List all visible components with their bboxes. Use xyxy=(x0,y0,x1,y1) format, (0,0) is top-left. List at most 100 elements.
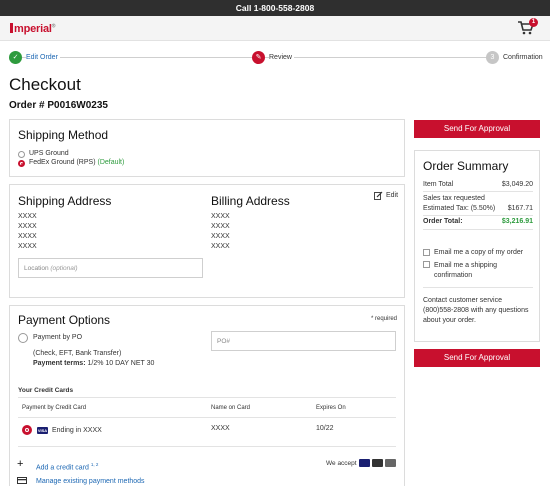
billing-address-title: Billing Address xyxy=(211,194,290,208)
address-line: XXXX xyxy=(18,223,37,230)
plus-icon: + xyxy=(17,458,24,470)
email-shipping-checkbox[interactable] xyxy=(423,261,430,268)
logo-registered: ® xyxy=(51,23,56,30)
send-for-approval-button[interactable]: Send For Approval xyxy=(414,120,540,138)
table-divider xyxy=(18,417,396,418)
order-number: Order # P0016W0235 xyxy=(9,100,108,111)
email-copy-option[interactable]: Email me a copy of my order xyxy=(423,249,533,256)
terms-value: 1/2% 10 DAY NET 30 xyxy=(87,360,155,367)
radio-credit-card[interactable] xyxy=(22,425,32,435)
summary-divider xyxy=(423,287,533,288)
po-option-label: Payment by PO xyxy=(33,334,83,341)
address-line: XXXX xyxy=(211,213,230,220)
contact-note: Contact customer service (800)558-2808 w… xyxy=(423,297,529,324)
po-description: (Check, EFT, Bank Transfer) xyxy=(33,350,122,357)
step-label: Edit Order xyxy=(26,53,60,61)
step-review: ✎ Review xyxy=(252,50,294,64)
optional-hint: (optional) xyxy=(50,264,78,272)
credit-card-icon xyxy=(17,477,27,484)
table-divider xyxy=(18,446,396,447)
tax-label: Sales tax requested xyxy=(423,195,485,202)
order-total-label: Order Total: xyxy=(423,218,463,225)
summary-divider xyxy=(423,191,533,192)
radio-fedex-ground[interactable] xyxy=(18,160,25,167)
option-label: UPS Ground xyxy=(29,150,69,157)
order-summary-panel: Order Summary Item Total $3,049.20 Sales… xyxy=(414,150,540,342)
address-line: XXXX xyxy=(211,243,230,250)
option-label: FedEx Ground (RPS) xyxy=(29,159,96,166)
address-line: XXXX xyxy=(211,223,230,230)
imperial-logo[interactable]: mperial® xyxy=(10,23,55,35)
check-icon: ✓ xyxy=(9,50,22,64)
po-placeholder: PO# xyxy=(217,337,231,345)
shipping-method-title: Shipping Method xyxy=(18,128,109,142)
footnote-ref: 1, 2 xyxy=(90,462,99,467)
payment-panel: Payment Options * required Payment by PO… xyxy=(9,305,405,486)
order-total-row: Order Total: $3,216.91 xyxy=(423,218,533,225)
email-shipping-label-2: confirmation xyxy=(434,272,473,279)
item-total-label: Item Total xyxy=(423,181,454,188)
card-expiry: 10/22 xyxy=(316,425,334,432)
email-copy-checkbox[interactable] xyxy=(423,249,430,256)
step-edit-order[interactable]: ✓ Edit Order xyxy=(9,50,60,64)
estimated-tax-value: $167.71 xyxy=(507,205,533,212)
step-label: Review xyxy=(269,53,294,61)
site-header: mperial® 1 xyxy=(0,16,550,41)
add-credit-card-link[interactable]: Add a credit card 1, 2 xyxy=(36,462,98,471)
mastercard-icon xyxy=(372,459,383,467)
visa-icon xyxy=(359,459,370,467)
address-line: XXXX xyxy=(18,233,37,240)
column-header: Payment by Credit Card xyxy=(22,405,87,411)
we-accept-label: We accept xyxy=(326,460,357,467)
visa-card-icon: VISA xyxy=(37,427,48,434)
column-header: Expires On xyxy=(316,405,346,411)
tax-requested-row: Sales tax requested xyxy=(423,195,533,202)
logo-text: mperial xyxy=(14,23,52,35)
email-copy-label: Email me a copy of my order xyxy=(434,249,524,256)
table-divider xyxy=(18,397,396,398)
edit-billing-link[interactable]: Edit xyxy=(374,191,398,200)
step-confirmation: 3 Confirmation xyxy=(486,50,545,64)
cart-count-badge: 1 xyxy=(529,18,538,27)
card-ending: Ending in XXXX xyxy=(52,427,102,434)
amex-icon xyxy=(385,459,396,467)
item-total-row: Item Total $3,049.20 xyxy=(423,181,533,188)
radio-ups-ground[interactable] xyxy=(18,151,25,158)
step-label: Confirmation xyxy=(503,53,545,61)
credit-cards-title: Your Credit Cards xyxy=(18,387,74,394)
email-shipping-label: Email me a shipping xyxy=(434,262,498,269)
pencil-icon: ✎ xyxy=(252,50,265,64)
number-icon: 3 xyxy=(486,50,499,64)
summary-divider xyxy=(423,229,533,230)
card-name: XXXX xyxy=(211,425,230,432)
shipping-address-lines: XXXX XXXX XXXX XXXX xyxy=(18,212,37,252)
logo-mark-icon xyxy=(10,23,13,33)
location-placeholder: Location xyxy=(24,264,49,272)
order-summary-title: Order Summary xyxy=(423,159,509,173)
edit-label: Edit xyxy=(386,192,399,199)
add-card-label: Add a credit card xyxy=(36,464,89,472)
default-tag: (Default) xyxy=(97,159,125,166)
send-for-approval-button-bottom[interactable]: Send For Approval xyxy=(414,349,540,367)
estimated-tax-row: Estimated Tax: (5.50%) $167.71 xyxy=(423,205,533,212)
address-line: XXXX xyxy=(18,243,37,250)
item-total-value: $3,049.20 xyxy=(501,181,533,188)
edit-icon xyxy=(374,191,383,200)
address-panel: Shipping Address XXXX XXXX XXXX XXXX Loc… xyxy=(9,184,405,298)
email-shipping-option[interactable]: Email me a shipping confirmation xyxy=(423,261,533,281)
required-note: * required xyxy=(371,316,398,322)
shipping-address-title: Shipping Address xyxy=(18,194,112,208)
payment-options-title: Payment Options xyxy=(18,313,111,327)
order-total-value: $3,216.91 xyxy=(501,218,533,225)
radio-payment-po[interactable] xyxy=(18,333,28,343)
terms-label: Payment terms: xyxy=(33,360,86,367)
address-line: XXXX xyxy=(211,233,230,240)
location-input[interactable]: Location (optional) xyxy=(18,258,203,278)
billing-address-lines: XXXX XXXX XXXX XXXX xyxy=(211,212,230,252)
shipping-method-panel: Shipping Method UPS Ground FedEx Ground … xyxy=(9,119,405,177)
column-header: Name on Card xyxy=(211,405,251,411)
summary-divider xyxy=(423,215,533,216)
po-number-input[interactable]: PO# xyxy=(211,331,396,351)
manage-payment-methods-link[interactable]: Manage existing payment methods xyxy=(36,478,145,485)
page-title: Checkout xyxy=(9,75,81,94)
